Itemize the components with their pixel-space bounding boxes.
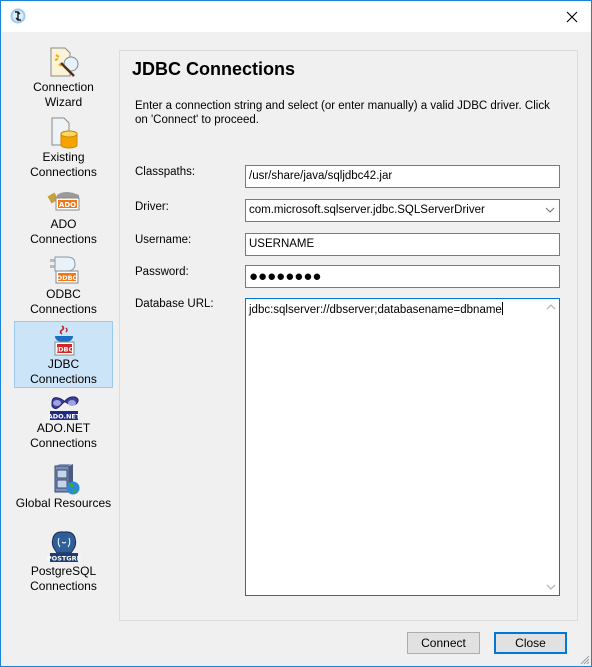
database-url-value: jdbc:sqlserver://dbserver;databasename=d… (249, 304, 502, 316)
connection-type-sidebar: Connection Wizard Existing Connections A… (1, 32, 119, 666)
sidebar-item-ado-connections[interactable]: ADO ADO Connections (14, 185, 113, 251)
password-input[interactable]: ●●●●●●●● (245, 265, 560, 288)
sidebar-item-odbc-connections[interactable]: ODBC ODBC Connections (14, 254, 113, 320)
classpaths-value: /usr/share/java/sqljdbc42.jar (249, 170, 393, 182)
app-icon (10, 8, 26, 24)
sidebar-label: Global Resources (15, 496, 112, 510)
sidebar-label: Connections (30, 372, 97, 386)
sidebar-label: ADO.NET (36, 421, 91, 435)
password-masked-value: ●●●●●●●● (249, 268, 322, 285)
svg-text:ODBC: ODBC (56, 274, 77, 282)
sidebar-label: JDBC (47, 357, 80, 371)
sidebar-label: Connections (30, 165, 97, 179)
database-url-textarea[interactable]: jdbc:sqlserver://dbserver;databasename=d… (245, 298, 560, 596)
chevron-down-icon[interactable] (545, 200, 555, 221)
jdbc-dialog-window: Connection Wizard Existing Connections A… (0, 0, 592, 667)
sidebar-item-connection-wizard[interactable]: Connection Wizard (14, 45, 113, 111)
driver-label: Driver: (135, 201, 169, 213)
title-bar (1, 1, 591, 32)
sidebar-label: Connection (33, 80, 94, 94)
sidebar-label: PostgreSQL (30, 564, 97, 578)
scroll-up-icon[interactable] (542, 299, 559, 316)
svg-text:ADO: ADO (58, 201, 75, 209)
password-label: Password: (135, 266, 189, 278)
page-title: JDBC Connections (132, 59, 296, 79)
ado-icon: ADO (47, 192, 79, 211)
sidebar-item-global-resources[interactable]: Global Resources (14, 461, 113, 513)
sidebar-label: Connections (30, 232, 97, 246)
sidebar-label: ODBC (46, 287, 81, 301)
sidebar-label: Wizard (44, 95, 83, 109)
sidebar-item-postgresql-connections[interactable]: POSTGRE PostgreSQL Connections (14, 529, 113, 595)
sidebar-item-jdbc-connections[interactable]: JDBC JDBC Connections (14, 321, 113, 388)
connect-button[interactable]: Connect (407, 632, 480, 654)
sidebar-label: Connections (30, 302, 97, 316)
sidebar-label: Existing (42, 150, 85, 164)
jdbc-connections-panel: JDBC Connections Enter a connection stri… (119, 50, 578, 621)
close-icon (566, 11, 578, 22)
driver-value: com.microsoft.sqlserver.jdbc.SQLServerDr… (249, 204, 485, 216)
svg-text:JDBC: JDBC (54, 346, 73, 354)
svg-text:POSTGRE: POSTGRE (47, 555, 81, 563)
vertical-scrollbar[interactable] (542, 299, 559, 595)
sidebar-label: Connections (30, 436, 97, 450)
global-resources-icon (54, 464, 79, 495)
sidebar-item-existing-connections[interactable]: Existing Connections (14, 115, 113, 181)
close-button[interactable]: Close (494, 632, 567, 654)
sidebar-label: ADO (50, 217, 77, 231)
driver-combobox[interactable]: com.microsoft.sqlserver.jdbc.SQLServerDr… (245, 199, 560, 222)
scroll-down-icon[interactable] (542, 578, 559, 595)
postgresql-icon: POSTGRE (47, 531, 81, 563)
adonet-icon: ADO.NET (47, 396, 80, 421)
classpaths-label: Classpaths: (135, 166, 196, 178)
username-value: USERNAME (249, 238, 315, 250)
sidebar-label: Connections (30, 579, 97, 593)
svg-text:ADO.NET: ADO.NET (47, 413, 80, 421)
instructions-text: Enter a connection string and select (or… (135, 100, 550, 126)
existing-connections-icon (51, 117, 77, 149)
resize-grip-icon[interactable] (578, 653, 590, 665)
username-label: Username: (135, 234, 192, 246)
jdbc-icon: JDBC (54, 325, 74, 356)
classpaths-input[interactable]: /usr/share/java/sqljdbc42.jar (245, 165, 560, 188)
connection-wizard-icon (50, 47, 78, 77)
text-caret (501, 302, 503, 315)
sidebar-item-adonet-connections[interactable]: ADO.NET ADO.NET Connections (14, 392, 113, 458)
database-url-label: Database URL: (135, 298, 214, 310)
odbc-icon: ODBC (49, 256, 78, 284)
window-close-button[interactable] (557, 1, 587, 32)
username-input[interactable]: USERNAME (245, 233, 560, 256)
